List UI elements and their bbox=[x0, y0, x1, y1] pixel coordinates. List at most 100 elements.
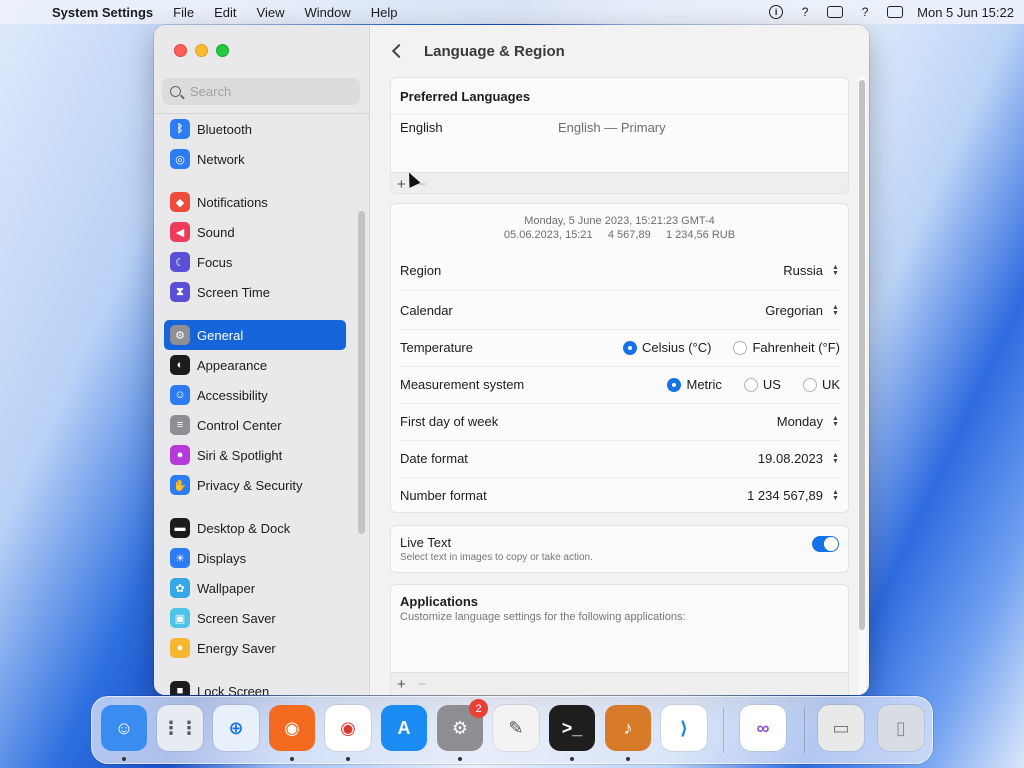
sidebar-item-accessibility[interactable]: ☺ Accessibility bbox=[164, 380, 346, 410]
sidebar-item-label: Screen Time bbox=[197, 284, 270, 300]
search-field[interactable]: Search bbox=[162, 78, 360, 105]
menu-help[interactable]: Help bbox=[371, 5, 398, 20]
textedit-icon[interactable]: ✎ bbox=[493, 705, 539, 751]
sidebar-item-wallpaper[interactable]: ✿ Wallpaper bbox=[164, 573, 346, 603]
sidebar-item-general[interactable]: ⚙ General bbox=[164, 320, 346, 350]
sidebar-item-focus[interactable]: ☾ Focus bbox=[164, 247, 346, 277]
celsius-radio[interactable]: Celsius (°C) bbox=[622, 340, 711, 355]
sidebar-item-lock-screen[interactable]: ■ Lock Screen bbox=[164, 676, 346, 695]
date-format-label: Date format bbox=[400, 451, 468, 466]
menubar-clock[interactable]: Mon 5 Jun 15:22 bbox=[917, 5, 1014, 20]
date-format-popup[interactable]: 19.08.2023 ▲ ▼ bbox=[758, 451, 840, 466]
first-day-popup[interactable]: Monday ▲ ▼ bbox=[777, 414, 840, 429]
bluetooth-icon: ᛒ bbox=[170, 119, 190, 139]
accessibility-status-icon[interactable]: i bbox=[769, 5, 784, 19]
us-label: US bbox=[762, 377, 781, 392]
safari-icon[interactable]: ⊕ bbox=[213, 705, 259, 751]
minimize-button[interactable] bbox=[195, 44, 208, 57]
sidebar-scrollbar[interactable] bbox=[358, 211, 365, 534]
fahrenheit-radio[interactable]: Fahrenheit (°F) bbox=[733, 340, 840, 355]
sidebar-item-label: Control Center bbox=[197, 417, 282, 433]
spotlight-search-icon[interactable]: ? bbox=[857, 5, 873, 19]
running-indicator bbox=[346, 757, 350, 761]
first-day-value: Monday bbox=[776, 414, 823, 429]
siri-icon: ● bbox=[170, 445, 190, 465]
menu-view[interactable]: View bbox=[257, 5, 285, 20]
sidebar-list: ᛒ Bluetooth ◎ Network ◆ Notifications ◀ Sound ☾ F… bbox=[164, 114, 346, 695]
preview-numbers-line: 05.06.2023, 15:21 4 567,89 1 234,56 RUB bbox=[503, 229, 736, 241]
vscode-icon[interactable]: ⟩ bbox=[661, 705, 707, 751]
sidebar-item-screen-saver[interactable]: ▣ Screen Saver bbox=[164, 603, 346, 633]
menu-edit[interactable]: Edit bbox=[214, 5, 236, 20]
running-indicator bbox=[570, 757, 574, 761]
app-store-icon[interactable]: A bbox=[381, 705, 427, 751]
hearing-icon[interactable]: ? bbox=[797, 5, 813, 19]
sidebar-item-label: Desktop & Dock bbox=[197, 520, 291, 536]
sidebar-item-desktop-dock[interactable]: ▬ Desktop & Dock bbox=[164, 513, 346, 543]
calendar-label: Calendar bbox=[400, 303, 453, 318]
region-popup[interactable]: Russia ▲ ▼ bbox=[783, 263, 840, 278]
us-radio[interactable]: US bbox=[743, 377, 781, 392]
preview-icon[interactable]: ▭ bbox=[818, 705, 864, 751]
sun-icon: ☀ bbox=[170, 548, 190, 568]
metric-radio[interactable]: Metric bbox=[667, 377, 722, 392]
trash-icon[interactable]: ▯ bbox=[878, 705, 924, 751]
popup-chevrons-icon: ▲ ▼ bbox=[832, 414, 839, 428]
control-center-icon[interactable] bbox=[887, 6, 904, 18]
chrome-icon[interactable]: ◉ bbox=[325, 705, 371, 751]
uk-radio[interactable]: UK bbox=[802, 377, 840, 392]
radio-selected-icon bbox=[667, 377, 682, 392]
back-chevron-icon[interactable] bbox=[391, 43, 407, 59]
remove-language-button[interactable]: − bbox=[418, 176, 427, 193]
language-name[interactable]: English bbox=[400, 120, 443, 135]
lock-icon: ■ bbox=[170, 681, 190, 695]
sidebar-item-bluetooth[interactable]: ᛒ Bluetooth bbox=[164, 114, 346, 144]
date-format-value: 19.08.2023 bbox=[757, 451, 823, 466]
menu-app-name[interactable]: System Settings bbox=[52, 5, 153, 20]
system-settings-icon[interactable]: ⚙ 2 bbox=[437, 699, 488, 751]
sidebar-item-label: Network bbox=[197, 151, 245, 167]
number-format-value: 1 234 567,89 bbox=[747, 488, 823, 503]
popup-chevrons-icon: ▲ ▼ bbox=[832, 303, 839, 317]
screen-mirroring-icon[interactable] bbox=[827, 6, 844, 18]
main-scrollbar[interactable] bbox=[859, 80, 865, 630]
terminal-icon[interactable]: >_ bbox=[549, 705, 595, 751]
sidebar-item-screen-time[interactable]: ⧗ Screen Time bbox=[164, 277, 346, 307]
garageband-icon[interactable]: ♪ bbox=[605, 705, 651, 751]
number-format-popup[interactable]: 1 234 567,89 ▲ ▼ bbox=[747, 488, 840, 503]
sidebar-item-appearance[interactable]: ◐ Appearance bbox=[164, 350, 346, 380]
sidebar-item-control-center[interactable]: ≡ Control Center bbox=[164, 410, 346, 440]
remove-application-button[interactable]: − bbox=[418, 676, 427, 693]
sidebar-item-energy-saver[interactable]: ● Energy Saver bbox=[164, 633, 346, 663]
live-text-toggle[interactable] bbox=[812, 536, 839, 552]
finder-icon[interactable]: ☺ bbox=[101, 705, 147, 751]
running-indicator bbox=[458, 757, 462, 761]
sidebar-item-notifications[interactable]: ◆ Notifications bbox=[164, 187, 346, 217]
main-pane: Language & Region Preferred Languages En… bbox=[371, 25, 869, 695]
add-application-button[interactable]: + bbox=[397, 676, 406, 693]
region-row: Region Russia ▲ ▼ bbox=[400, 252, 840, 289]
calendar-popup[interactable]: Gregorian ▲ ▼ bbox=[765, 303, 840, 318]
sidebar-item-label: Wallpaper bbox=[197, 580, 256, 596]
applications-card: Applications Customize language settings… bbox=[390, 584, 849, 695]
launchpad-icon[interactable]: ⋮⋮ bbox=[157, 705, 203, 751]
sidebar-item-label: Appearance bbox=[197, 357, 268, 373]
sidebar-item-network[interactable]: ◎ Network bbox=[164, 144, 346, 174]
sidebar-item-displays[interactable]: ☀ Displays bbox=[164, 543, 346, 573]
menu-window[interactable]: Window bbox=[304, 5, 350, 20]
close-button[interactable] bbox=[174, 44, 187, 57]
sidebar-item-sound[interactable]: ◀ Sound bbox=[164, 217, 346, 247]
sidebar-item-siri-spotlight[interactable]: ● Siri & Spotlight bbox=[164, 440, 346, 470]
visual-studio-icon[interactable]: ∞ bbox=[740, 705, 786, 751]
sidebar-item-privacy-security[interactable]: ✋ Privacy & Security bbox=[164, 470, 346, 500]
firefox-icon[interactable]: ◉ bbox=[269, 705, 315, 751]
region-label: Region bbox=[400, 263, 442, 278]
format-preview: Monday, 5 June 2023, 15:21:23 GMT-4 05.0… bbox=[391, 214, 848, 242]
dock: ☺ ⋮⋮ ⊕ ◉ ◉ A ⚙ 2 ✎ >_ ♪ ⟩ ∞ ▭ ▯ bbox=[91, 696, 933, 764]
popup-chevrons-icon: ▲ ▼ bbox=[832, 451, 839, 465]
live-text-title: Live Text bbox=[400, 535, 452, 550]
menu-file[interactable]: File bbox=[173, 5, 194, 20]
zoom-button[interactable] bbox=[216, 44, 229, 57]
globe-icon: ◎ bbox=[170, 149, 190, 169]
